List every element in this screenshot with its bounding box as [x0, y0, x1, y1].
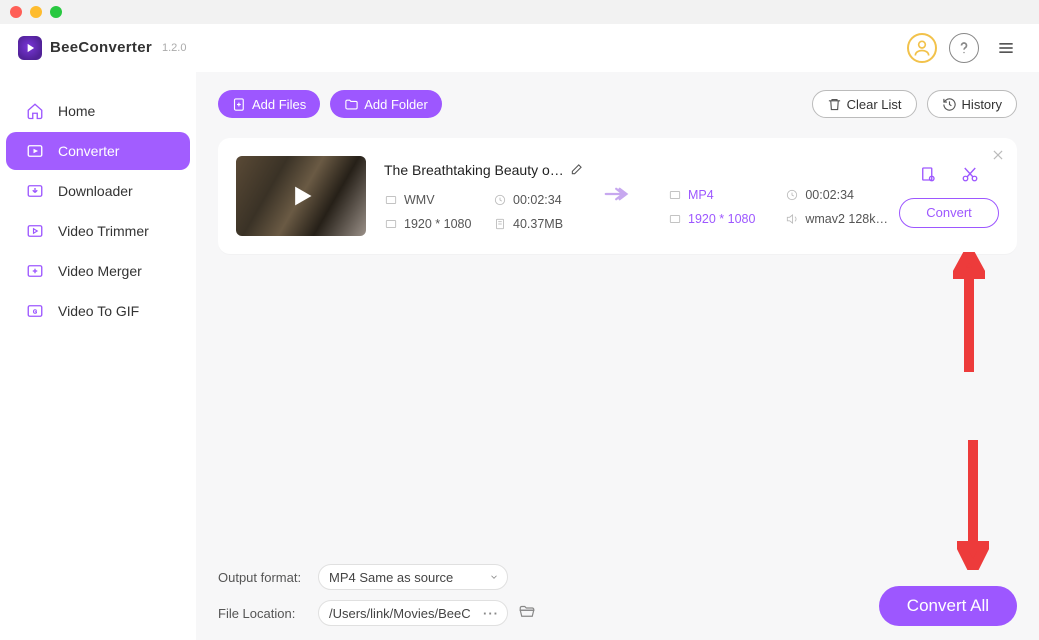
video-thumbnail[interactable] — [236, 156, 366, 236]
rename-button[interactable] — [570, 162, 584, 179]
history-button[interactable]: History — [927, 90, 1017, 118]
sidebar-item-gif[interactable]: G Video To GIF — [6, 292, 190, 330]
source-duration: 00:02:34 — [493, 193, 584, 207]
sidebar-item-label: Video Trimmer — [58, 223, 149, 239]
sidebar-item-label: Video Merger — [58, 263, 142, 279]
svg-text:G: G — [33, 309, 37, 315]
file-location-field[interactable]: /Users/link/Movies/BeeC ··· — [318, 600, 508, 626]
output-format-label: Output format: — [218, 570, 318, 585]
home-icon — [24, 100, 46, 122]
window-minimize-button[interactable] — [30, 6, 42, 18]
app-logo-icon — [18, 36, 42, 60]
add-files-button[interactable]: Add Files — [218, 90, 320, 118]
sidebar-item-trimmer[interactable]: Video Trimmer — [6, 212, 190, 250]
file-location-label: File Location: — [218, 606, 318, 621]
target-format[interactable]: MP4 — [668, 188, 767, 202]
source-size: 40.37MB — [493, 217, 584, 231]
source-info: The Breathtaking Beauty of N… WMV 00:02:… — [384, 162, 584, 231]
source-resolution: 1920 * 1080 — [384, 217, 475, 231]
button-label: Add Files — [252, 97, 306, 112]
sidebar-item-label: Converter — [58, 143, 119, 159]
add-folder-button[interactable]: Add Folder — [330, 90, 442, 118]
annotation-arrow-up — [953, 252, 985, 372]
window-titlebar — [0, 0, 1039, 24]
play-icon — [287, 182, 315, 210]
button-label: Add Folder — [364, 97, 428, 112]
open-folder-button[interactable] — [518, 602, 536, 625]
trimmer-icon — [24, 220, 46, 242]
file-card: The Breathtaking Beauty of N… WMV 00:02:… — [218, 138, 1017, 254]
hamburger-menu-button[interactable] — [991, 33, 1021, 63]
file-name: The Breathtaking Beauty of N… — [384, 162, 564, 178]
button-label: Convert — [926, 205, 972, 220]
source-format: WMV — [384, 193, 475, 207]
sidebar-item-label: Video To GIF — [58, 303, 139, 319]
app-name: BeeConverter — [50, 39, 152, 56]
target-resolution[interactable]: 1920 * 1080 — [668, 212, 767, 226]
chevron-down-icon — [489, 570, 499, 585]
edit-output-button[interactable] — [919, 165, 937, 188]
main-content: Add Files Add Folder Clear List History — [196, 72, 1039, 640]
annotation-arrow-down — [957, 440, 989, 570]
clear-list-button[interactable]: Clear List — [812, 90, 917, 118]
converter-icon — [24, 140, 46, 162]
target-duration: 00:02:34 — [785, 188, 888, 202]
sidebar-item-home[interactable]: Home — [6, 92, 190, 130]
convert-button[interactable]: Convert — [899, 198, 999, 228]
window-maximize-button[interactable] — [50, 6, 62, 18]
select-value: MP4 Same as source — [329, 570, 453, 585]
button-label: Clear List — [847, 97, 902, 112]
convert-all-button[interactable]: Convert All — [879, 586, 1017, 626]
sidebar-item-label: Downloader — [58, 183, 133, 199]
remove-file-button[interactable] — [991, 148, 1005, 167]
app-version: 1.2.0 — [162, 42, 186, 54]
sidebar-item-converter[interactable]: Converter — [6, 132, 190, 170]
main-toolbar: Add Files Add Folder Clear List History — [218, 90, 1017, 118]
output-format-select[interactable]: MP4 Same as source — [318, 564, 508, 590]
merger-icon — [24, 260, 46, 282]
button-label: History — [962, 97, 1002, 112]
account-button[interactable] — [907, 33, 937, 63]
window-close-button[interactable] — [10, 6, 22, 18]
sidebar: Home Converter Downloader Video Trimmer … — [0, 72, 196, 640]
trim-button[interactable] — [961, 165, 979, 188]
button-label: Convert All — [907, 596, 989, 616]
more-icon: ··· — [483, 606, 499, 621]
convert-arrow-icon — [604, 184, 630, 209]
app-header: BeeConverter 1.2.0 — [0, 24, 1039, 72]
downloader-icon — [24, 180, 46, 202]
help-button[interactable] — [949, 33, 979, 63]
target-info: MP4 00:02:34 1920 * 1080 wmav2 128k… — [668, 166, 888, 226]
gif-icon: G — [24, 300, 46, 322]
target-audio: wmav2 128k… — [785, 212, 888, 226]
location-value: /Users/link/Movies/BeeC — [329, 606, 471, 621]
sidebar-item-downloader[interactable]: Downloader — [6, 172, 190, 210]
sidebar-item-label: Home — [58, 103, 95, 119]
sidebar-item-merger[interactable]: Video Merger — [6, 252, 190, 290]
